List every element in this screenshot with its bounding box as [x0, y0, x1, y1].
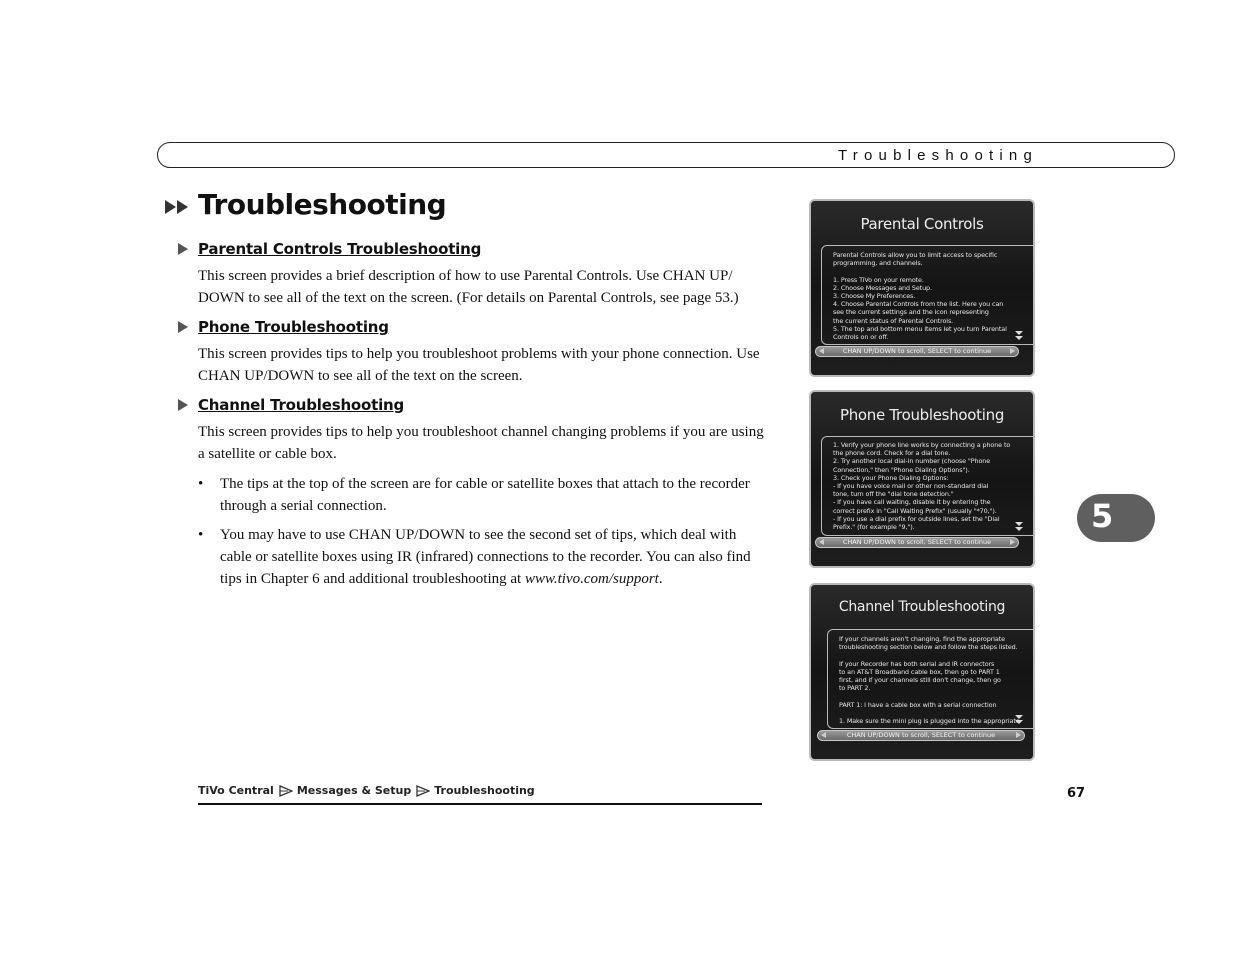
bullet-text: You may have to use CHAN UP/DOWN to see …: [220, 524, 765, 590]
section-title[interactable]: Parental Controls Troubleshooting: [198, 240, 481, 258]
page-title: Troubleshooting: [198, 188, 447, 221]
breadcrumb: TiVo Central Messages & Setup Troublesho…: [198, 784, 535, 797]
section-body: This screen provides a brief description…: [198, 268, 739, 306]
chapter-number: 5: [1091, 497, 1114, 535]
breadcrumb-item: Troubleshooting: [434, 784, 535, 797]
screen-text: If your channels aren't changing, find t…: [839, 635, 1020, 726]
bullet-text-main: You may have to use CHAN UP/DOWN to see …: [220, 527, 751, 587]
right-arrow-icon: [1016, 732, 1021, 738]
bullet-text-end: .: [658, 571, 663, 587]
screen-title: Channel Troubleshooting: [838, 599, 1006, 615]
play-triangle-icon: [178, 399, 188, 411]
section-body: This screen provides tips to help you tr…: [198, 424, 764, 462]
bullet-item: • The tips at the top of the screen are …: [198, 473, 768, 517]
screen-title: Parental Controls: [860, 215, 984, 233]
scroll-down-icon: [1015, 715, 1023, 724]
section-heading-channel: Channel Troubleshooting: [178, 395, 404, 415]
section-body: This screen provides tips to help you tr…: [198, 346, 760, 384]
play-triangle-icon: [178, 243, 188, 255]
fast-forward-icon: [165, 200, 188, 214]
running-header-title: Troubleshooting: [837, 147, 1038, 164]
bullet-item: • You may have to use CHAN UP/DOWN to se…: [198, 524, 768, 590]
section-heading-phone: Phone Troubleshooting: [178, 317, 389, 337]
breadcrumb-arrow-icon: [416, 784, 431, 797]
section-title[interactable]: Phone Troubleshooting: [198, 318, 389, 336]
breadcrumb-arrow-icon: [279, 784, 293, 797]
breadcrumb-item: Messages & Setup: [296, 784, 412, 797]
right-arrow-icon: [1010, 539, 1015, 545]
bullet-text: The tips at the top of the screen are fo…: [220, 476, 750, 514]
screen-text: Parental Controls allow you to limit acc…: [833, 251, 1007, 342]
scroll-down-icon: [1015, 331, 1023, 340]
screen-footer-text: CHAN UP/DOWN to scroll, SELECT to contin…: [846, 731, 996, 739]
tv-screenshot-channel-troubleshooting: Channel Troubleshooting If your channels…: [809, 583, 1035, 761]
screen-footer-bar: CHAN UP/DOWN to scroll, SELECT to contin…: [815, 537, 1019, 548]
screen-footer-bar: CHAN UP/DOWN to scroll, SELECT to contin…: [817, 730, 1025, 741]
tv-screenshot-parental-controls: Parental Controls Parental Controls allo…: [809, 199, 1035, 377]
screen-title: Phone Troubleshooting: [839, 406, 1005, 424]
chapter-tab: 5: [1077, 494, 1155, 542]
footer-rule: [198, 803, 762, 805]
screen-text: 1. Verify your phone line works by conne…: [833, 441, 1011, 532]
section-title[interactable]: Channel Troubleshooting: [198, 396, 404, 414]
running-header: Troubleshooting: [157, 142, 1175, 168]
scroll-down-icon: [1015, 522, 1023, 531]
right-arrow-icon: [1010, 348, 1015, 354]
page-number: 67: [1067, 786, 1086, 801]
tv-screenshot-phone-troubleshooting: Phone Troubleshooting 1. Verify your pho…: [809, 390, 1035, 568]
play-triangle-icon: [178, 321, 188, 333]
section-heading-parental-controls: Parental Controls Troubleshooting: [178, 239, 481, 259]
breadcrumb-item: TiVo Central: [198, 784, 274, 797]
screen-footer-text: CHAN UP/DOWN to scroll, SELECT to contin…: [842, 347, 992, 355]
support-url-link[interactable]: www.tivo.com/support: [525, 571, 659, 587]
bullet-dot: •: [198, 527, 204, 543]
screen-footer-text: CHAN UP/DOWN to scroll, SELECT to contin…: [842, 538, 992, 546]
bullet-dot: •: [198, 476, 204, 492]
screen-footer-bar: CHAN UP/DOWN to scroll, SELECT to contin…: [815, 346, 1019, 357]
